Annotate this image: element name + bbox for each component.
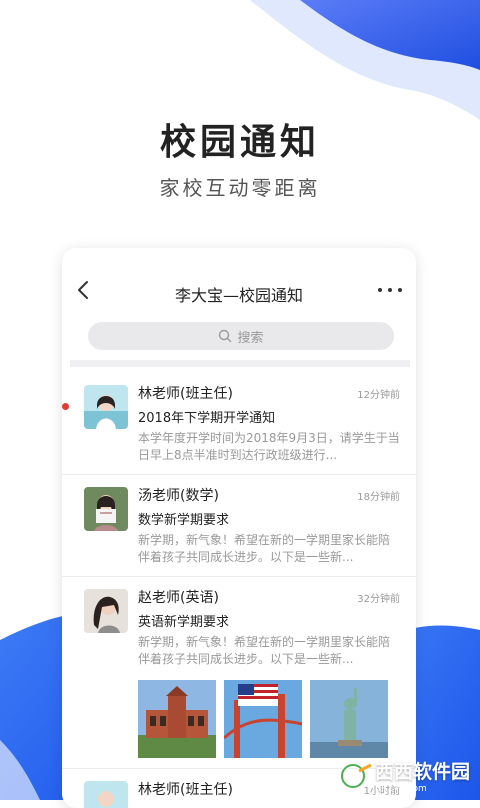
message-item[interactable]: 赵老师(英语) 32分钟前 英语新学期要求 新学期，新气象！希望在新的一学期里家… [62,576,416,768]
message-preview: 新学期，新气象！希望在新的一学期里家长能陪伴着孩子共同成长进步。以下是一些新..… [138,533,391,564]
search-placeholder: 搜索 [237,330,264,346]
more-options-button[interactable] [378,282,402,298]
message-subject: 2018年下学期开学通知 [138,411,276,426]
more-dot-icon [388,288,392,292]
more-dot-icon [378,288,382,292]
sender-name: 赵老师(英语) [138,590,219,606]
search-icon [219,329,232,343]
sender-name: 林老师(班主任) [138,386,233,402]
message-subject: 英语新学期要求 [138,615,230,630]
avatar [84,487,128,531]
notification-screen: 李大宝—校园通知 搜索 林老师(班主任) 12分钟前 2018年下学期开学通知 … [62,248,416,808]
watermark-subtext: CR173.com [374,784,427,794]
message-time: 32分钟前 [357,593,400,605]
message-preview: 新学期，新气象！希望在新的一学期里家长能陪伴着孩子共同成长进步。以下是一些新..… [138,635,391,666]
message-time: 18分钟前 [357,491,400,503]
divider [70,360,410,367]
avatar [84,385,128,429]
nav-title: 李大宝—校园通知 [174,286,303,305]
search-input[interactable]: 搜索 [88,322,394,350]
attachment-image[interactable] [224,680,302,758]
hero-subtitle: 家校互动零距离 [159,176,321,200]
sender-name: 林老师(班主任) [138,782,233,798]
watermark-text: 西西软件园 [374,761,470,783]
unread-dot [62,403,69,410]
message-item[interactable]: 汤老师(数学) 18分钟前 数学新学期要求 新学期，新气象！希望在新的一学期里家… [62,474,416,576]
hero-title: 校园通知 [159,122,320,163]
message-preview: 本学年度开学时间为2018年9月3日，请学生于当日早上8点半准时到达行政班级进行… [138,431,400,462]
attachment-image[interactable] [138,680,216,758]
sender-name: 汤老师(数学) [138,488,219,504]
attachment-image[interactable] [310,680,388,758]
avatar [84,589,128,633]
avatar [84,781,128,808]
message-list: 林老师(班主任) 12分钟前 2018年下学期开学通知 本学年度开学时间为201… [62,373,416,808]
message-subject: 数学新学期要求 [138,513,230,528]
message-item[interactable]: 林老师(班主任) 12分钟前 2018年下学期开学通知 本学年度开学时间为201… [62,373,416,474]
message-time: 12分钟前 [357,389,400,401]
more-dot-icon [398,288,402,292]
watermark-logo: 西西软件园 CR173.com [339,757,470,794]
image-attachments [138,680,400,758]
logo-icon [339,762,372,789]
